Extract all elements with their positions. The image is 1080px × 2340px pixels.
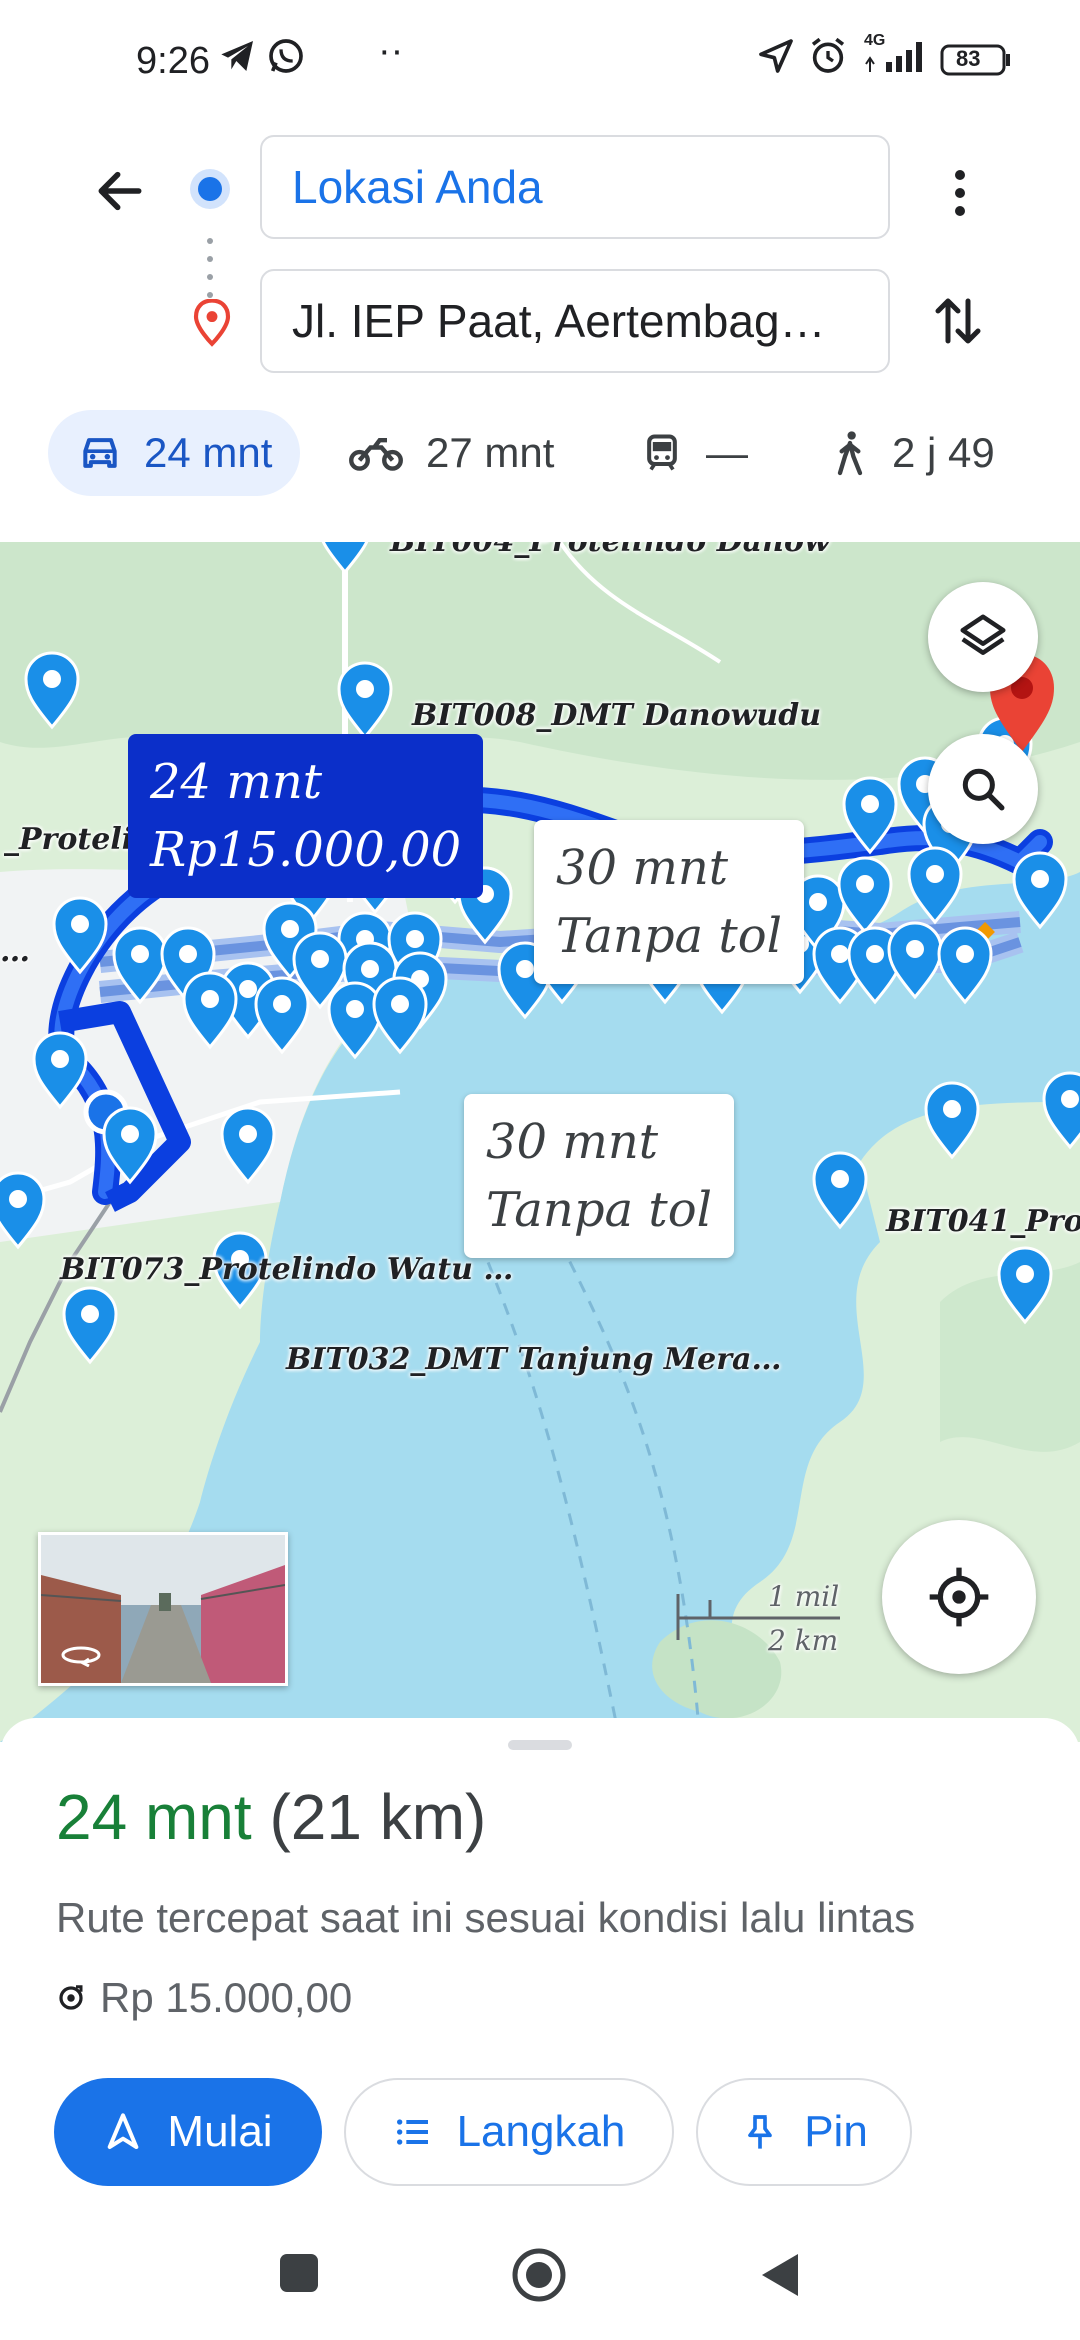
walk-icon: [837, 431, 863, 476]
destination-pin-icon: [192, 298, 232, 352]
map-label-dots: …: [0, 934, 30, 969]
search-along-route-button[interactable]: [928, 734, 1038, 844]
back-nav-icon[interactable]: [756, 2250, 802, 2305]
home-icon[interactable]: [510, 2246, 568, 2309]
route-duration: 24 mnt: [56, 1781, 252, 1853]
map-label-bit041: BIT041_Prote: [886, 1204, 1080, 1239]
start-navigation-button[interactable]: Mulai: [54, 2078, 322, 2186]
callout-alt1-note: Tanpa tol: [556, 908, 782, 964]
status-bar: 9:26 ·· 4G 83: [0, 0, 1080, 125]
callout-alt2-note: Tanpa tol: [486, 1182, 712, 1238]
map-scale: 1 mil 2 km: [676, 1580, 844, 1664]
street-view-thumbnail[interactable]: [38, 1532, 288, 1686]
battery-icon: 83: [940, 44, 1012, 81]
steps-button[interactable]: Langkah: [344, 2078, 674, 2186]
telegram-icon: [218, 36, 258, 81]
more-options-icon[interactable]: [936, 163, 984, 228]
train-icon: [647, 434, 677, 471]
scale-metric: 2 km: [768, 1624, 839, 1657]
route-summary: 24 mnt (21 km): [56, 1780, 486, 1854]
scale-imperial: 1 mil: [768, 1580, 840, 1613]
mode-walk-label: 2 j 49: [892, 429, 995, 476]
map-label-bit073: BIT073_Protelindo Watu …: [60, 1252, 514, 1287]
callout-primary-toll: Rp15.000,00: [150, 822, 462, 878]
route-description: Rute tercepat saat ini sesuai kondisi la…: [56, 1894, 916, 1941]
location-arrow-icon: [756, 36, 796, 81]
callout-alt2-time: 30 mnt: [486, 1114, 659, 1170]
origin-dot-icon: [188, 167, 232, 216]
pin-icon: [748, 2115, 773, 2149]
pin-button[interactable]: Pin: [696, 2078, 912, 2186]
navigation-arrow-icon: [108, 2113, 139, 2149]
more-notifications-icon: ··: [378, 30, 404, 72]
mode-transit-label: —: [706, 429, 748, 476]
mode-car-label: 24 mnt: [144, 429, 273, 476]
origin-input[interactable]: Lokasi Anda: [260, 135, 890, 239]
steps-label: Langkah: [456, 2107, 626, 2156]
start-label: Mulai: [167, 2107, 273, 2156]
destination-input[interactable]: Jl. IEP Paat, Aertembag…: [260, 269, 890, 373]
map-label-bit008: BIT008_DMT Danowudu: [412, 698, 822, 733]
pin-label: Pin: [804, 2107, 868, 2156]
layers-icon: [960, 614, 1006, 655]
route-callout-alt-2[interactable]: 30 mnt Tanpa tol: [464, 1094, 734, 1258]
callout-alt1-time: 30 mnt: [556, 840, 729, 896]
layers-button[interactable]: [928, 582, 1038, 692]
toll-info: Rp 15.000,00: [56, 1974, 352, 2022]
mode-car-tab[interactable]: 24 mnt: [48, 410, 301, 496]
toll-amount: Rp 15.000,00: [100, 1974, 353, 2021]
directions-header: Lokasi Anda Jl. IEP Paat, Aertembag… 24 …: [0, 125, 1080, 545]
system-nav-bar: [0, 2220, 1080, 2340]
motorcycle-icon: [349, 437, 403, 471]
search-icon: [962, 768, 1005, 811]
rotate-360-icon: [59, 1643, 103, 1672]
signal-icon: 4G: [860, 32, 932, 79]
whatsapp-icon: [266, 36, 306, 81]
map-view[interactable]: BIT004_Protelindo Danow BIT008_DMT Danow…: [0, 542, 1080, 1742]
car-icon: [83, 438, 117, 468]
route-distance: (21 km): [269, 1781, 487, 1853]
callout-primary-time: 24 mnt: [150, 754, 323, 810]
toll-icon: [59, 1985, 83, 2010]
map-label-bit032: BIT032_DMT Tanjung Mera…: [286, 1342, 782, 1377]
mode-transit-tab[interactable]: —: [640, 410, 748, 496]
map-label-bit004: BIT004_Protelindo Danow: [390, 542, 830, 559]
mode-motorcycle-label: 27 mnt: [426, 429, 555, 476]
my-location-button[interactable]: [882, 1520, 1036, 1674]
swap-directions-icon[interactable]: [928, 291, 988, 356]
crosshair-icon: [929, 1567, 989, 1627]
status-time: 9:26: [136, 40, 210, 82]
sheet-drag-handle[interactable]: [508, 1740, 572, 1750]
mode-walk-tab[interactable]: 2 j 49: [830, 410, 995, 496]
alarm-icon: [808, 36, 848, 81]
mode-motorcycle-tab[interactable]: 27 mnt: [348, 410, 554, 496]
recents-icon[interactable]: [278, 2252, 320, 2299]
route-callout-alt-1[interactable]: 30 mnt Tanpa tol: [534, 820, 804, 984]
route-callout-primary[interactable]: 24 mnt Rp15.000,00: [128, 734, 484, 898]
list-icon: [396, 2119, 428, 2145]
back-arrow-icon[interactable]: [92, 163, 148, 224]
